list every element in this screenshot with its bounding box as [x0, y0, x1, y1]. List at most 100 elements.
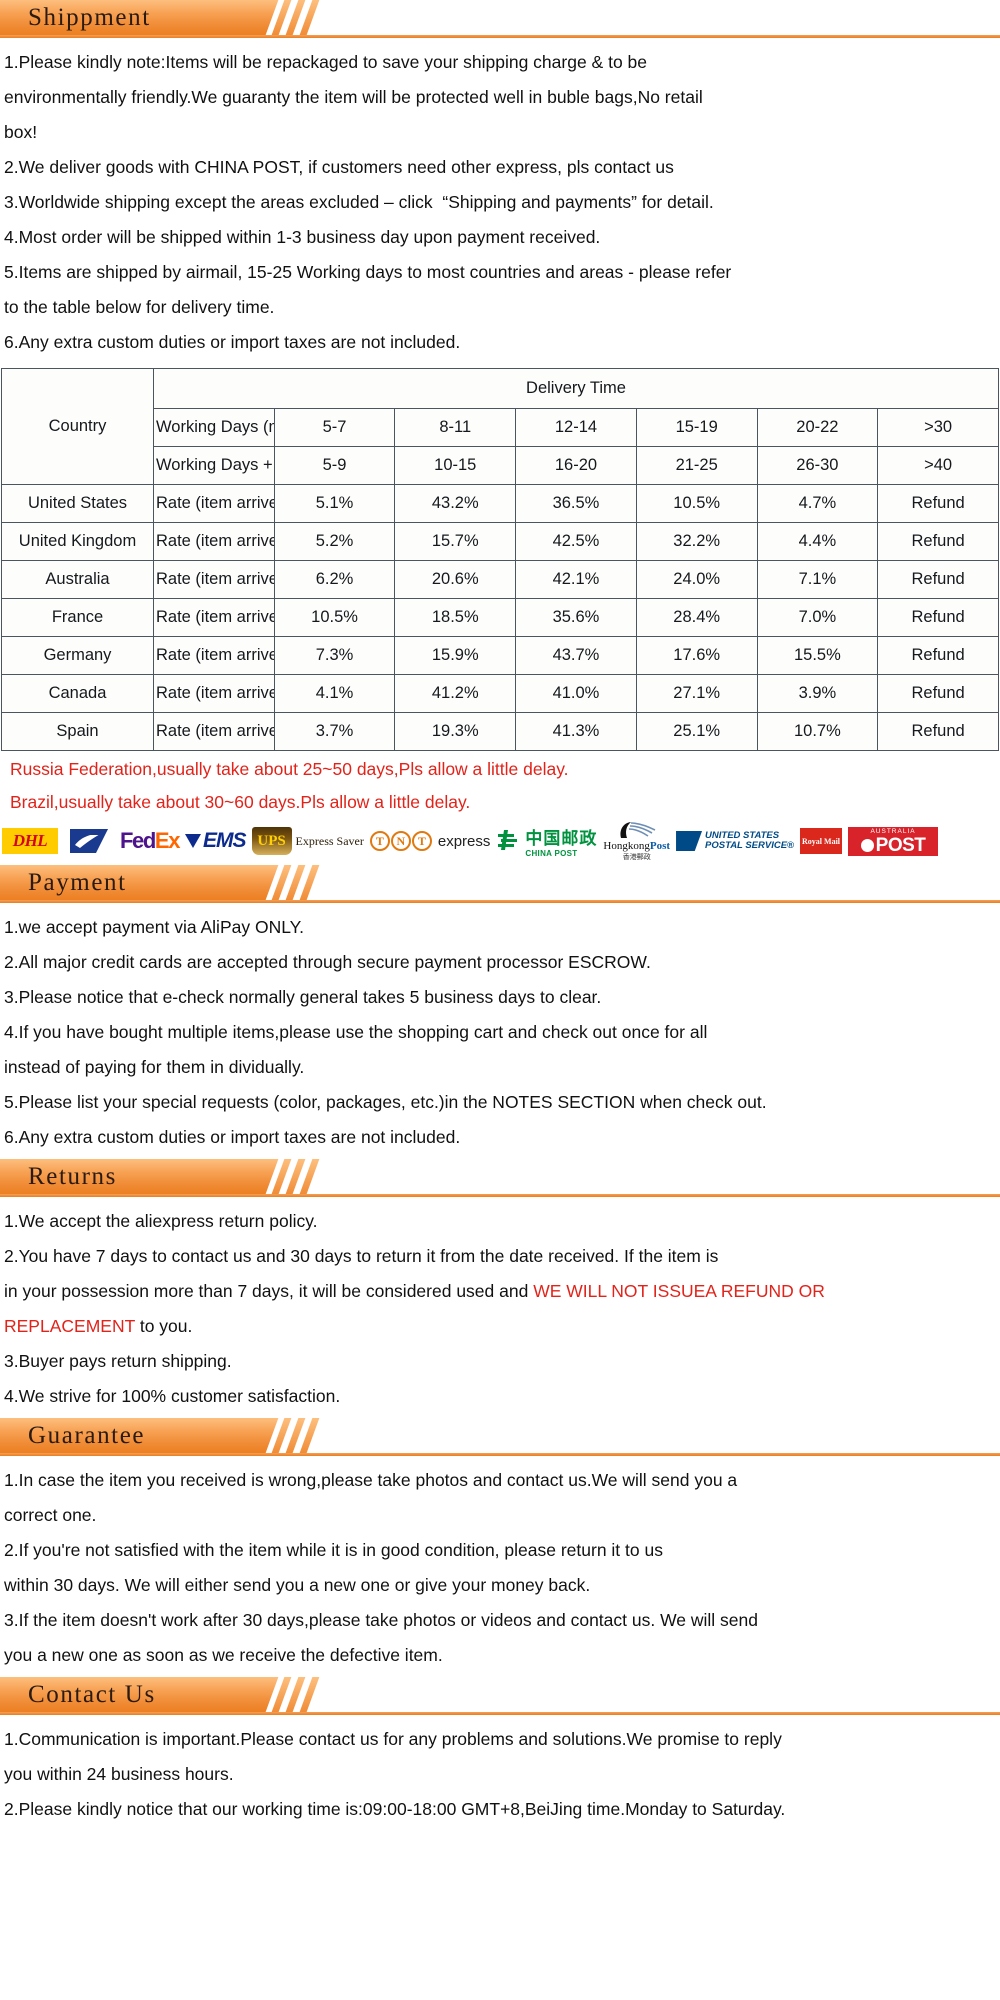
ems-logo-label: EMS	[203, 829, 247, 852]
ems-chevron-icon	[185, 834, 202, 848]
delay-note-russia: Russia Federation,usually take about 25~…	[10, 759, 569, 779]
dhl-logo-label: DHL	[2, 828, 58, 854]
section-banner-guarantee: Guarantee	[0, 1418, 1000, 1457]
cell-country: United States	[1, 484, 154, 523]
cell-rate: 7.0%	[756, 598, 879, 637]
fedex-logo: Fed Ex	[120, 828, 181, 854]
cell-working-days: 12-14	[515, 408, 637, 447]
usps-logo: UNITED STATES POSTAL SERVICE®	[676, 831, 794, 851]
cell-rate: 10.5%	[635, 484, 758, 523]
cell-working-days: >30	[877, 408, 999, 447]
cell-rate: 15.5%	[756, 636, 879, 675]
delivery-table-wrap: Country Delivery Time Working Days (not …	[0, 364, 1000, 753]
cell-rate: 10.7%	[756, 712, 879, 751]
cell-rate: 4.4%	[756, 522, 879, 561]
banner-rule	[0, 1453, 1000, 1456]
cell-country: Germany	[1, 636, 154, 675]
contact-us-line: 1.Communication is important.Please cont…	[4, 1729, 782, 1749]
cell-rate: 4.7%	[756, 484, 879, 523]
cell-country: United Kingdom	[1, 522, 154, 561]
section-banner-returns: Returns	[0, 1159, 1000, 1198]
table-row: Australia Rate (item arrived) 6.2% 20.6%…	[1, 560, 999, 599]
cell-country: France	[1, 598, 154, 637]
returns-highlight-1: WE WILL NOT ISSUEA REFUND OR	[533, 1281, 825, 1301]
cell-rate: 18.5%	[394, 598, 517, 637]
table-row: Germany Rate (item arrived) 7.3% 15.9% 4…	[1, 636, 999, 675]
banner-rule	[0, 35, 1000, 38]
shippment-line: 6.Any extra custom duties or import taxe…	[4, 332, 461, 352]
payment-line: 3.Please notice that e-check normally ge…	[4, 987, 602, 1007]
cell-working-days-weekend: 21-25	[635, 446, 758, 485]
cell-rate: 5.1%	[273, 484, 396, 523]
guarantee-line: within 30 days. We will either send you …	[4, 1575, 591, 1595]
returns-highlight-tail: to you.	[134, 1316, 193, 1336]
cell-rate: 41.2%	[394, 674, 517, 713]
table-row-delivery-time-header: Country Delivery Time	[1, 368, 999, 485]
cell-rate: 7.3%	[273, 636, 396, 675]
cell-rate-label: Rate (item arrived)	[153, 598, 275, 637]
cell-working-days-weekend: 10-15	[394, 446, 517, 485]
cell-rate: 42.5%	[515, 522, 637, 561]
shippment-body: 1.Please kindly note:Items will be repac…	[0, 39, 1000, 364]
banner-rule	[0, 1712, 1000, 1715]
payment-line: 6.Any extra custom duties or import taxe…	[4, 1127, 461, 1147]
cell-rate-label: Rate (item arrived)	[153, 674, 275, 713]
payment-line: 2.All major credit cards are accepted th…	[4, 952, 651, 972]
cell-rate: Refund	[877, 674, 999, 713]
section-title-payment: Payment	[28, 869, 127, 896]
cell-rate: Refund	[877, 712, 999, 751]
section-title-shippment: Shippment	[28, 4, 151, 31]
guarantee-line: 1.In case the item you received is wrong…	[4, 1470, 738, 1490]
carrier-logos-row: DHL Fed Ex EMS UPS Express Saver T N T e…	[0, 819, 1000, 865]
usps-eagle-icon	[66, 826, 112, 856]
cell-rate: 6.2%	[273, 560, 396, 599]
contact-us-line: 2.Please kindly notice that our working …	[4, 1799, 786, 1819]
cell-rate: 27.1%	[635, 674, 758, 713]
returns-highlight-2: REPLACEMENT	[4, 1316, 135, 1336]
section-title-contact-us: Contact Us	[28, 1681, 156, 1708]
returns-line: 3.Buyer pays return shipping.	[4, 1351, 232, 1371]
shippment-line: 1.Please kindly note:Items will be repac…	[4, 52, 648, 72]
cell-rate: 3.9%	[756, 674, 879, 713]
returns-line: 1.We accept the aliexpress return policy…	[4, 1211, 318, 1231]
hongkong-post-label-cn: 香港郵政	[622, 854, 651, 861]
section-banner-payment: Payment	[0, 865, 1000, 904]
product-policy-page: Shippment 1.Please kindly note:Items wil…	[0, 0, 1000, 1831]
australia-post-label-main: POST	[875, 834, 926, 856]
cell-working-days: 20-22	[756, 408, 879, 447]
fedex-logo-fed: Fed	[120, 828, 156, 853]
tnt-letter-n: N	[390, 831, 411, 851]
banner-rule	[0, 900, 1000, 903]
cell-rate: 5.2%	[273, 522, 396, 561]
cell-delivery-time-header: Delivery Time	[153, 368, 999, 409]
hongkong-post-label-hk: Hongkong	[603, 840, 650, 852]
cell-rate-label: Rate (item arrived)	[153, 484, 275, 523]
payment-line: 4.If you have bought multiple items,plea…	[4, 1022, 708, 1042]
cell-rate: 15.7%	[394, 522, 517, 561]
shippment-line: 3.Worldwide shipping except the areas ex…	[4, 192, 714, 212]
cell-working-days-weekend: 5-9	[273, 446, 396, 485]
cell-rate: Refund	[877, 522, 999, 561]
guarantee-line: you a new one as soon as we receive the …	[4, 1645, 443, 1665]
australia-post-logo: AUSTRALIA POST	[848, 826, 939, 856]
cell-rate-label: Rate (item arrived)	[153, 712, 275, 751]
section-title-returns: Returns	[28, 1163, 117, 1190]
hongkong-post-logo: HongkongPost 香港郵政	[603, 820, 670, 862]
section-title-guarantee: Guarantee	[28, 1422, 146, 1449]
shippment-line: 4.Most order will be shipped within 1-3 …	[4, 227, 601, 247]
china-post-label-en: CHINA POST	[525, 849, 578, 858]
cell-rate: Refund	[877, 484, 999, 523]
fedex-logo-ex: Ex	[154, 828, 181, 853]
payment-line: instead of paying for them in dividually…	[4, 1057, 305, 1077]
cell-rate: 42.1%	[515, 560, 637, 599]
cell-rate: 24.0%	[635, 560, 758, 599]
returns-body: 1.We accept the aliexpress return policy…	[0, 1198, 1000, 1418]
delay-note-brazil: Brazil,usually take about 30~60 days.Pls…	[10, 792, 471, 812]
cell-rate-label: Rate (item arrived)	[153, 522, 275, 561]
hongkong-post-bird-icon	[620, 822, 656, 838]
cell-rate: 36.5%	[515, 484, 637, 523]
cell-rate: 35.6%	[515, 598, 637, 637]
cell-working-days-weekend: 16-20	[515, 446, 637, 485]
cell-rate: 43.7%	[515, 636, 637, 675]
cell-rate: 32.2%	[635, 522, 758, 561]
